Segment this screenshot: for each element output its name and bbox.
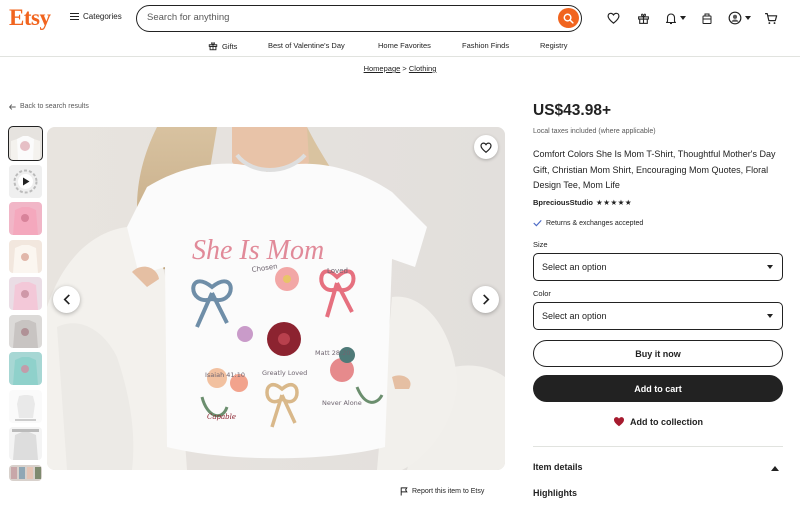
thumbnail-strip: [8, 126, 43, 485]
subnav-gifts[interactable]: Gifts: [208, 41, 237, 51]
size-select[interactable]: Select an option: [533, 253, 783, 281]
search-input[interactable]: [147, 12, 537, 23]
subnav-registry[interactable]: Registry: [540, 41, 568, 50]
tax-note: Local taxes included (where applicable): [533, 128, 656, 135]
chevron-left-icon: [63, 294, 70, 305]
category-nav: Gifts Best of Valentine's Day Home Favor…: [0, 37, 800, 57]
chevron-up-icon[interactable]: [771, 465, 779, 471]
subnav-fashion-label: Fashion Finds: [462, 41, 510, 50]
checkmark-icon: [533, 219, 542, 227]
breadcrumb: Homepage > Clothing: [0, 64, 800, 73]
gift-icon: [637, 13, 649, 24]
chevron-right-icon: [482, 294, 489, 305]
breadcrumb-clothing[interactable]: Clothing: [409, 64, 437, 73]
categories-label: Categories: [83, 12, 122, 21]
svg-text:Never Alone: Never Alone: [322, 399, 362, 407]
add-to-cart-button[interactable]: Add to cart: [533, 375, 783, 402]
thumbnail[interactable]: [9, 277, 42, 310]
buy-now-button[interactable]: Buy it now: [533, 340, 783, 367]
next-image-button[interactable]: [472, 286, 499, 313]
thumbnail[interactable]: [9, 352, 42, 385]
subnav-fashion-finds[interactable]: Fashion Finds: [462, 41, 509, 50]
color-select-value: Select an option: [542, 311, 607, 321]
heart-icon: [606, 12, 620, 24]
gift-icon: [208, 42, 218, 51]
subnav-gifts-label: Gifts: [222, 41, 238, 51]
highlights-heading: Highlights: [533, 488, 577, 498]
product-photo: She Is Mom Chosen Loved Isaiah 41:10 Mat…: [47, 127, 505, 470]
search-bar: [136, 5, 582, 32]
subnav-registry-label: Registry: [540, 41, 568, 50]
subnav-valentines[interactable]: Best of Valentine's Day: [268, 41, 345, 50]
shop-info: BpreciousStudio ★★★★★: [533, 198, 632, 207]
menu-icon: [70, 13, 79, 20]
thumbnail[interactable]: [9, 427, 42, 460]
search-button[interactable]: [558, 8, 579, 28]
returns-label: Returns & exchanges accepted: [546, 219, 644, 227]
gift-button[interactable]: [628, 10, 658, 26]
registry-button[interactable]: [692, 10, 722, 26]
video-thumbnail[interactable]: [9, 164, 42, 198]
product-title: Comfort Colors She Is Mom T-Shirt, Thoug…: [533, 149, 776, 190]
svg-text:Isaiah 41:10: Isaiah 41:10: [205, 371, 245, 379]
heart-icon: [480, 142, 492, 153]
previous-image-button[interactable]: [53, 286, 80, 313]
svg-text:She Is Mom: She Is Mom: [192, 235, 324, 266]
size-label: Size: [533, 240, 548, 249]
size-select-value: Select an option: [542, 262, 607, 272]
main-product-image: She Is Mom Chosen Loved Isaiah 41:10 Mat…: [47, 127, 505, 470]
search-icon: [563, 13, 574, 24]
svg-text:Capable: Capable: [207, 413, 236, 421]
svg-text:Greatly Loved: Greatly Loved: [262, 369, 307, 377]
notifications-button[interactable]: [658, 10, 692, 26]
favorites-button[interactable]: [598, 10, 628, 26]
favorite-button[interactable]: [474, 135, 498, 159]
caret-down-icon: [767, 265, 773, 269]
thumbnail[interactable]: [9, 202, 42, 235]
account-icon: [728, 11, 741, 25]
shop-name[interactable]: BpreciousStudio: [533, 198, 593, 207]
returns-policy: Returns & exchanges accepted: [533, 219, 643, 227]
add-to-collection-button[interactable]: Add to collection: [533, 416, 783, 427]
chevron-down-icon: [744, 16, 751, 20]
price: US$43.98+: [533, 102, 611, 119]
account-button[interactable]: [722, 10, 756, 26]
heart-filled-icon: [614, 417, 624, 427]
arrow-left-icon: [9, 103, 16, 110]
site-header: Etsy Categories: [0, 0, 800, 36]
add-to-collection-label: Add to collection: [630, 416, 703, 427]
registry-icon: [702, 13, 712, 24]
bell-icon: [665, 12, 676, 24]
rating-stars: ★★★★★: [596, 198, 633, 207]
cart-button[interactable]: [756, 10, 786, 26]
divider: [533, 446, 783, 447]
chevron-down-icon: [679, 16, 686, 20]
subnav-valentines-label: Best of Valentine's Day: [268, 41, 345, 50]
thumbnail[interactable]: [9, 464, 42, 481]
subnav-home-favorites[interactable]: Home Favorites: [378, 41, 431, 50]
breadcrumb-separator: >: [402, 64, 407, 73]
thumbnail[interactable]: [9, 239, 42, 273]
header-icons: [598, 10, 786, 26]
item-details-toggle[interactable]: Item details: [533, 462, 583, 472]
cart-icon: [765, 12, 778, 24]
flag-icon: [400, 487, 408, 496]
categories-button[interactable]: Categories: [70, 12, 122, 21]
breadcrumb-homepage[interactable]: Homepage: [364, 64, 401, 73]
caret-down-icon: [767, 314, 773, 318]
svg-text:Loved: Loved: [327, 267, 348, 275]
thumbnail[interactable]: [9, 314, 42, 348]
svg-text:Matt 28:20: Matt 28:20: [315, 349, 351, 357]
thumbnail[interactable]: [9, 389, 42, 423]
report-item-link[interactable]: Report this item to Etsy: [400, 487, 484, 496]
report-item-label: Report this item to Etsy: [412, 488, 485, 495]
etsy-logo[interactable]: Etsy: [9, 5, 51, 31]
subnav-home-label: Home Favorites: [378, 41, 431, 50]
color-select[interactable]: Select an option: [533, 302, 783, 330]
back-to-search-label: Back to search results: [20, 103, 89, 110]
color-label: Color: [533, 289, 551, 298]
back-to-search-link[interactable]: Back to search results: [9, 103, 89, 110]
thumbnail[interactable]: [8, 126, 43, 161]
